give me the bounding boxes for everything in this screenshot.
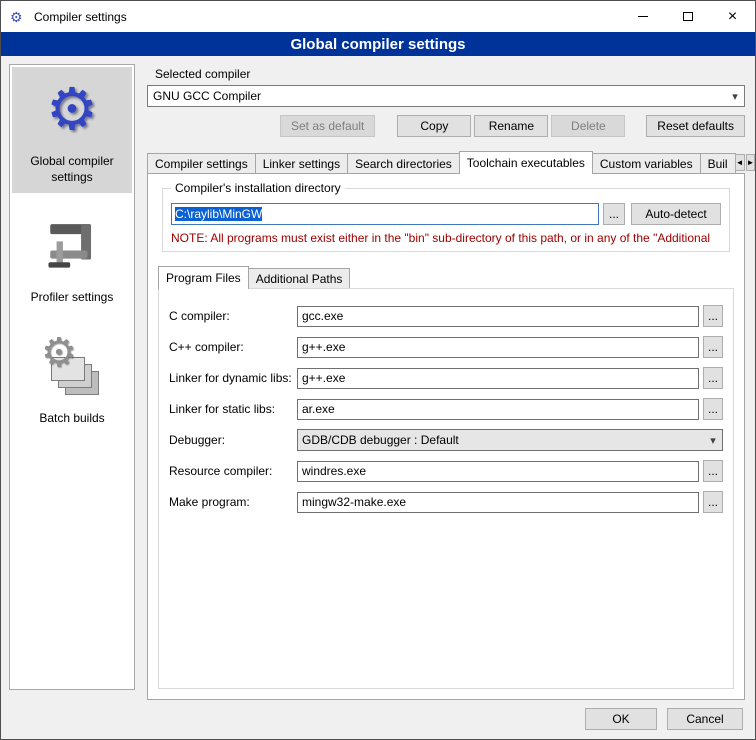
reset-defaults-button[interactable]: Reset defaults [646, 115, 745, 137]
dialog-footer: OK Cancel [585, 708, 743, 730]
chevron-down-icon: ▾ [704, 434, 722, 447]
auto-detect-button[interactable]: Auto-detect [631, 203, 721, 225]
field-label: Make program: [169, 495, 297, 509]
minimize-button[interactable] [620, 1, 665, 32]
profiler-tool-icon [14, 211, 130, 281]
toolchain-executables-panel: Compiler's installation directory C:\ray… [147, 173, 745, 700]
main-panel: Selected compiler GNU GCC Compiler ▾ Set… [147, 64, 745, 739]
cancel-button[interactable]: Cancel [667, 708, 743, 730]
field-row-linker-for-dynamic-libs: Linker for dynamic libs:g++.exe... [169, 367, 723, 389]
set-as-default-button: Set as default [280, 115, 375, 137]
field-label: Linker for static libs: [169, 402, 297, 416]
browse-button[interactable]: ... [703, 336, 723, 358]
sidebar: ⚙ Global compiler settings Profiler settin… [9, 64, 135, 690]
field-label: C++ compiler: [169, 340, 297, 354]
tab-additional-paths[interactable]: Additional Paths [248, 268, 351, 288]
program-files-pane: C compiler:gcc.exe...C++ compiler:g++.ex… [158, 288, 734, 689]
batch-builds-icon: ⚙ [14, 332, 130, 402]
install-dir-selected-text: C:\raylib\MinGW [175, 207, 262, 221]
c-compiler-input[interactable]: gcc.exe [297, 306, 699, 327]
install-dir-groupbox: Compiler's installation directory C:\ray… [162, 188, 730, 252]
tab-scroll-right-button[interactable]: ► [746, 154, 756, 171]
copy-button[interactable]: Copy [397, 115, 471, 137]
arrow-left-icon: ◄ [736, 158, 744, 167]
field-label: Debugger: [169, 433, 297, 447]
compiler-actions: Set as default CopyRenameDelete Reset defa… [147, 115, 745, 137]
sidebar-item-label: Profiler settings [14, 290, 130, 306]
window-title: Compiler settings [34, 9, 127, 24]
linker-for-dynamic-libs-input[interactable]: g++.exe [297, 368, 699, 389]
toolchain-fields: C compiler:gcc.exe...C++ compiler:g++.ex… [169, 305, 723, 513]
browse-install-dir-button[interactable]: ... [603, 203, 625, 225]
tab-program-files[interactable]: Program Files [158, 266, 249, 289]
debugger-select[interactable]: GDB/CDB debugger : Default ▾ [297, 429, 723, 451]
field-row-c-compiler: C compiler:gcc.exe... [169, 305, 723, 327]
tab-bar: Compiler settingsLinker settingsSearch d… [147, 151, 745, 173]
app-icon: ⚙ [10, 10, 28, 24]
titlebar: ⚙ Compiler settings × [1, 1, 755, 32]
install-dir-input[interactable]: C:\raylib\MinGW [171, 203, 599, 225]
rename-button[interactable]: Rename [474, 115, 548, 137]
browse-button[interactable]: ... [703, 367, 723, 389]
c-compiler-input[interactable]: g++.exe [297, 337, 699, 358]
dialog-content: ⚙ Global compiler settings Profiler settin… [1, 56, 755, 739]
browse-button[interactable]: ... [703, 305, 723, 327]
install-dir-note: NOTE: All programs must exist either in … [171, 231, 721, 245]
chevron-down-icon: ▾ [726, 90, 744, 103]
browse-button[interactable]: ... [703, 398, 723, 420]
sidebar-item-label: Batch builds [14, 411, 130, 427]
compiler-settings-window: ⚙ Compiler settings × Global compiler se… [0, 0, 756, 740]
install-dir-row: C:\raylib\MinGW ... Auto-detect [171, 203, 721, 225]
resource-compiler-input[interactable]: windres.exe [297, 461, 699, 482]
sidebar-item-label: Global compiler settings [14, 154, 130, 185]
tab-compiler-settings[interactable]: Compiler settings [147, 153, 256, 173]
minimize-icon [638, 16, 648, 17]
sidebar-item-batch-builds[interactable]: ⚙ Batch builds [12, 324, 132, 435]
field-row-debugger: Debugger: GDB/CDB debugger : Default ▾ [169, 429, 723, 451]
tab-scroll-left-button[interactable]: ◄ [735, 154, 745, 171]
close-icon: × [728, 9, 737, 25]
ok-button[interactable]: OK [585, 708, 657, 730]
make-program-input[interactable]: mingw32-make.exe [297, 492, 699, 513]
tab-buil[interactable]: Buil [700, 153, 736, 173]
tab-search-directories[interactable]: Search directories [347, 153, 460, 173]
browse-button[interactable]: ... [703, 460, 723, 482]
selected-compiler-combo[interactable]: GNU GCC Compiler ▾ [147, 85, 745, 107]
linker-for-static-libs-input[interactable]: ar.exe [297, 399, 699, 420]
install-dir-group-title: Compiler's installation directory [171, 181, 345, 195]
tab-custom-variables[interactable]: Custom variables [592, 153, 701, 173]
tab-toolchain-executables[interactable]: Toolchain executables [459, 151, 593, 174]
field-label: Resource compiler: [169, 464, 297, 478]
selected-compiler-label: Selected compiler [155, 67, 745, 81]
sidebar-item-global-compiler-settings[interactable]: ⚙ Global compiler settings [12, 67, 132, 193]
field-label: Linker for dynamic libs: [169, 371, 297, 385]
maximize-icon [683, 12, 693, 21]
field-row-linker-for-static-libs: Linker for static libs:ar.exe... [169, 398, 723, 420]
tab-linker-settings[interactable]: Linker settings [255, 153, 348, 173]
blue-gear-icon: ⚙ [14, 75, 130, 145]
arrow-right-icon: ► [747, 158, 755, 167]
select-value: GDB/CDB debugger : Default [302, 433, 459, 447]
delete-button: Delete [551, 115, 625, 137]
close-button[interactable]: × [710, 1, 755, 32]
field-row-make-program: Make program:mingw32-make.exe... [169, 491, 723, 513]
page-title: Global compiler settings [1, 32, 755, 56]
inner-tab-strip: Program FilesAdditional Paths [158, 266, 736, 288]
maximize-button[interactable] [665, 1, 710, 32]
browse-button[interactable]: ... [703, 491, 723, 513]
field-row-resource-compiler: Resource compiler:windres.exe... [169, 460, 723, 482]
tab-strip: Compiler settingsLinker settingsSearch d… [147, 151, 735, 173]
field-row-c-compiler: C++ compiler:g++.exe... [169, 336, 723, 358]
selected-compiler-value: GNU GCC Compiler [153, 89, 261, 103]
field-label: C compiler: [169, 309, 297, 323]
sidebar-item-profiler-settings[interactable]: Profiler settings [12, 203, 132, 314]
